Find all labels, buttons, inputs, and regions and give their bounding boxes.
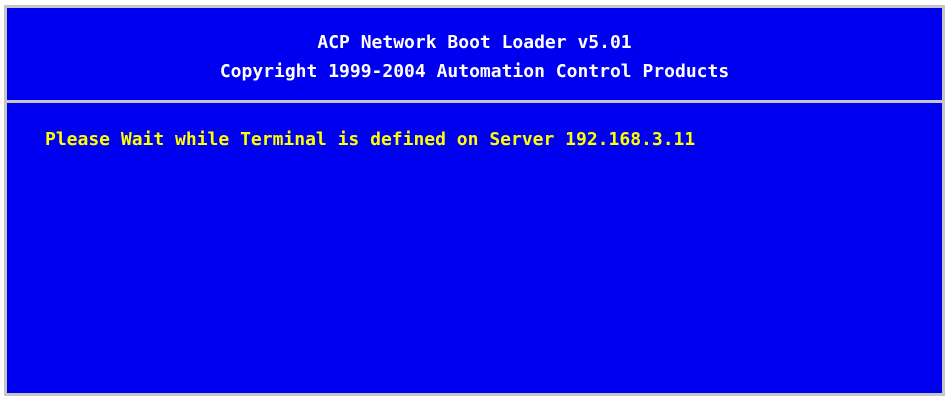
- header-panel: ACP Network Boot Loader v5.01 Copyright …: [7, 8, 942, 103]
- console-frame: ACP Network Boot Loader v5.01 Copyright …: [4, 5, 945, 396]
- boot-loader-screen: ACP Network Boot Loader v5.01 Copyright …: [0, 0, 952, 404]
- copyright-text: Copyright 1999-2004 Automation Control P…: [219, 61, 730, 82]
- status-message: Please Wait while Terminal is defined on…: [45, 129, 696, 150]
- page-title: ACP Network Boot Loader v5.01: [317, 32, 632, 53]
